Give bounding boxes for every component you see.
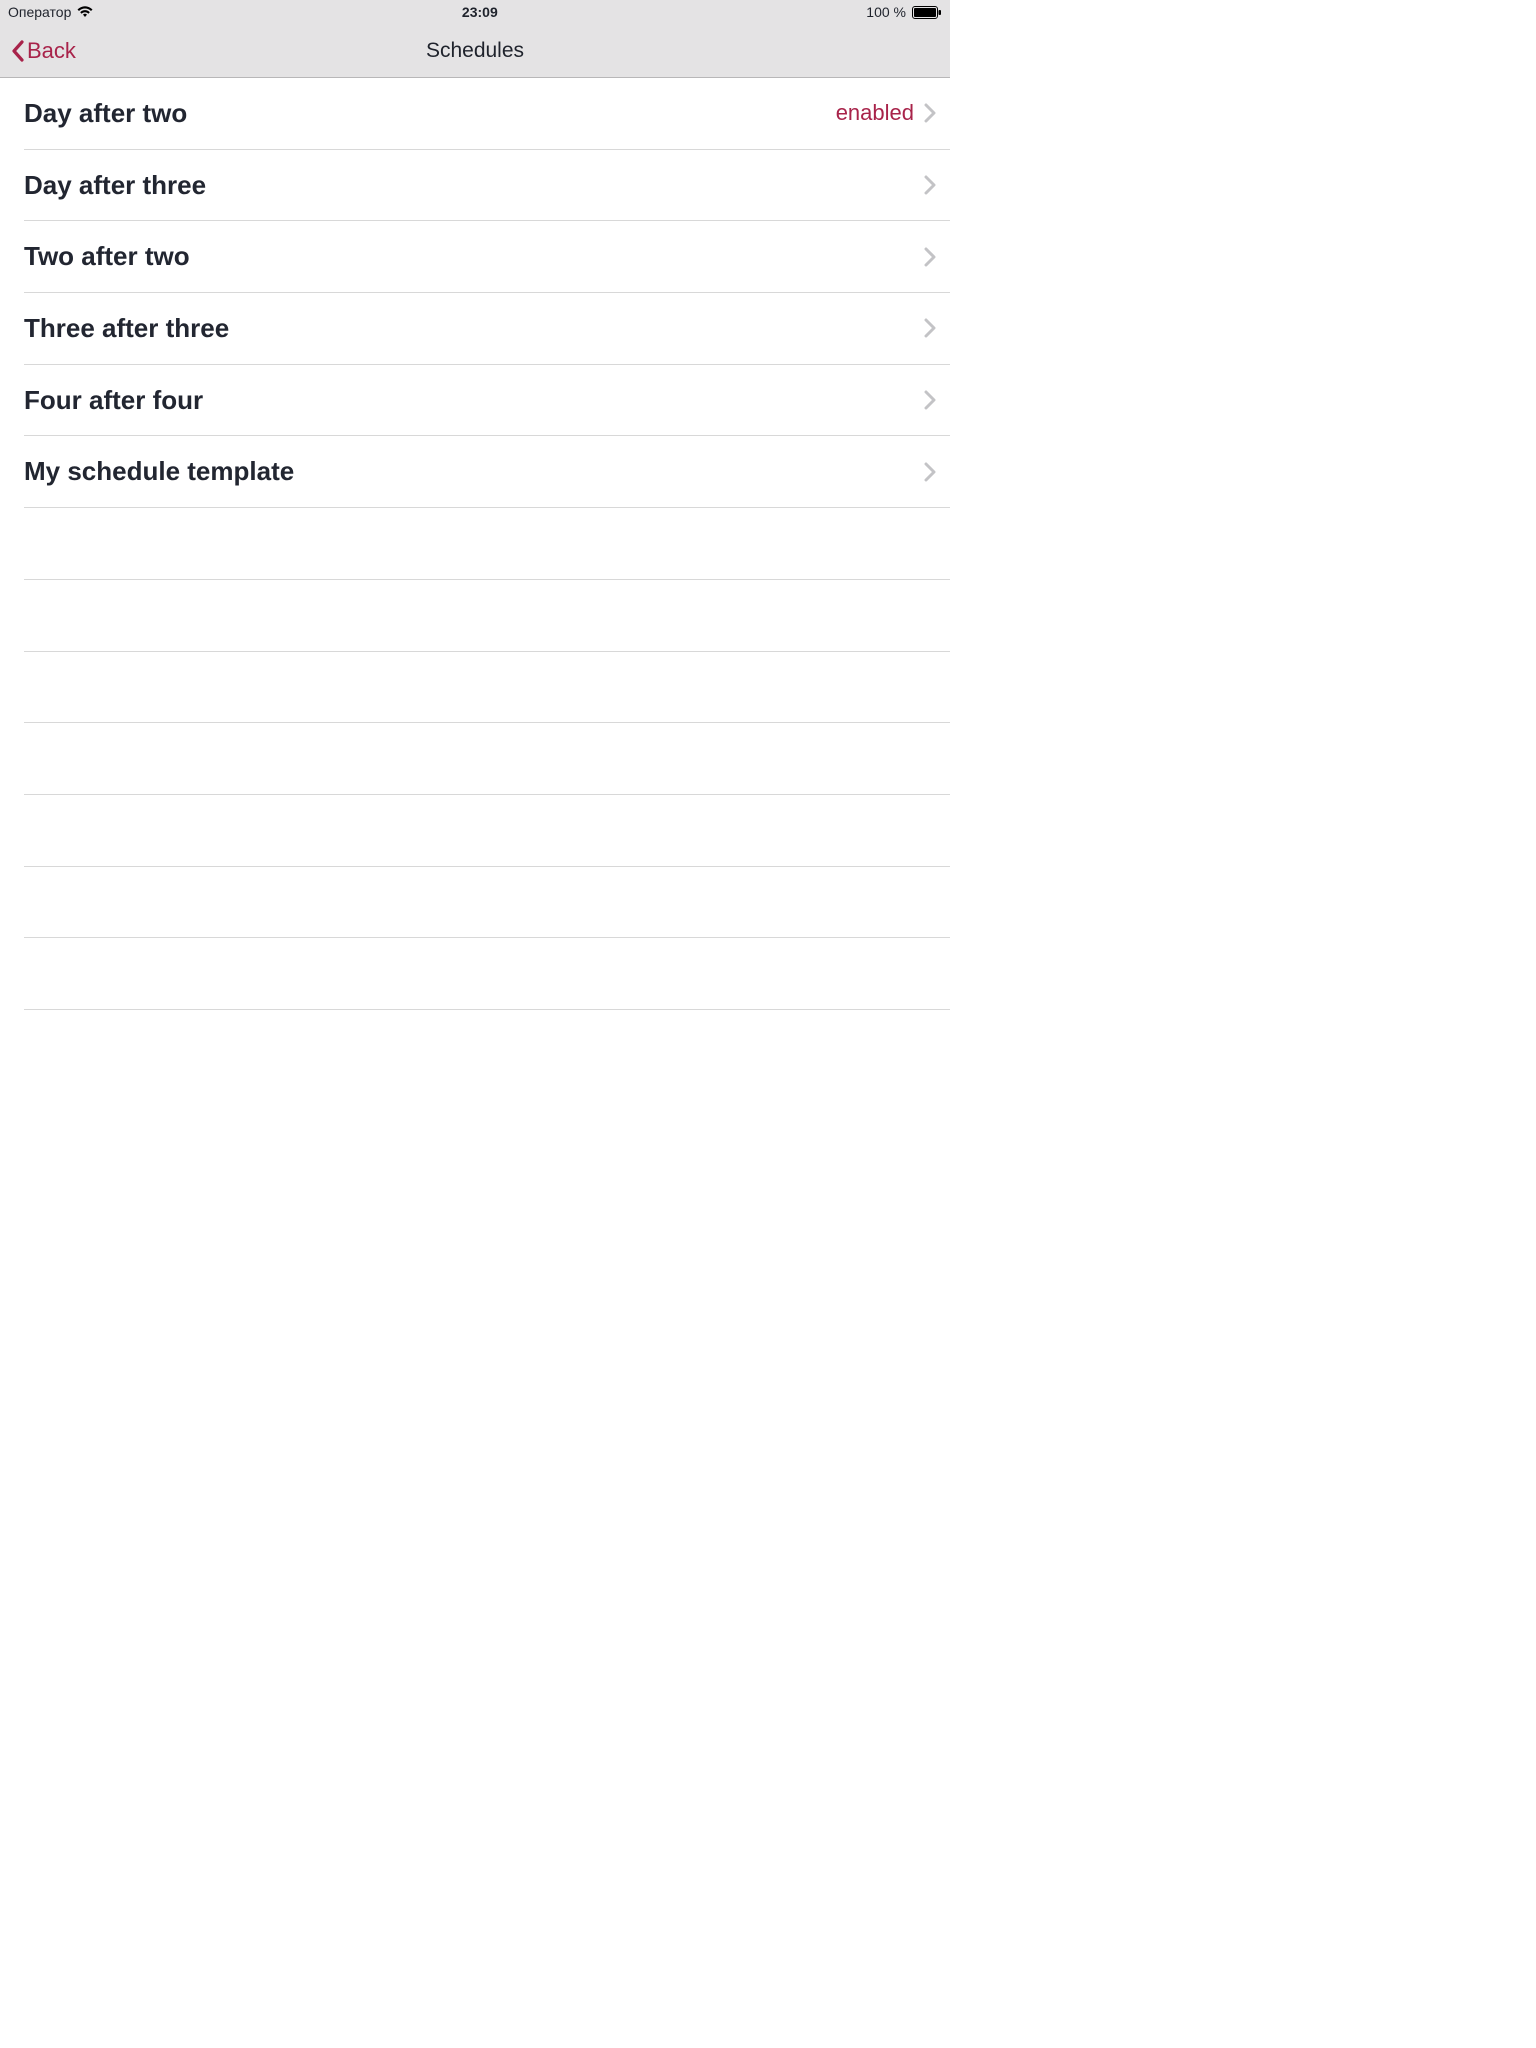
chevron-right-icon (924, 247, 936, 267)
page-title: Schedules (426, 39, 524, 63)
schedule-row[interactable]: Three after three (24, 293, 950, 365)
status-time: 23:09 (462, 4, 498, 20)
chevron-left-icon (10, 39, 25, 63)
schedule-row[interactable]: My schedule template (24, 436, 950, 508)
empty-row (24, 795, 950, 867)
status-bar: Оператор 23:09 100 % (0, 0, 950, 24)
schedule-row-title: Day after three (24, 170, 206, 201)
schedule-status-label: enabled (836, 100, 914, 126)
empty-row (24, 867, 950, 939)
chevron-right-icon (924, 103, 936, 123)
wifi-icon (77, 6, 93, 18)
schedule-row-title: Three after three (24, 313, 229, 344)
chevron-right-icon (924, 175, 936, 195)
chevron-right-icon (924, 462, 936, 482)
row-right: enabled (836, 100, 936, 126)
row-right (924, 462, 936, 482)
chevron-right-icon (924, 390, 936, 410)
row-right (924, 175, 936, 195)
battery-icon (912, 6, 942, 19)
schedule-row-title: Four after four (24, 385, 203, 416)
status-right: 100 % (866, 4, 942, 20)
schedule-row-title: My schedule template (24, 456, 294, 487)
schedule-row[interactable]: Day after three (24, 150, 950, 222)
status-left: Оператор (8, 4, 93, 20)
empty-row (24, 652, 950, 724)
empty-row (24, 508, 950, 580)
chevron-right-icon (924, 318, 936, 338)
schedule-row[interactable]: Two after two (24, 221, 950, 293)
empty-row (24, 580, 950, 652)
carrier-label: Оператор (8, 4, 71, 20)
row-right (924, 390, 936, 410)
empty-row (24, 723, 950, 795)
nav-bar: Back Schedules (0, 24, 950, 78)
back-label: Back (27, 38, 76, 64)
row-right (924, 318, 936, 338)
schedule-row-title: Two after two (24, 241, 190, 272)
schedule-row[interactable]: Day after two enabled (24, 78, 950, 150)
schedule-row-title: Day after two (24, 98, 187, 129)
battery-percent-label: 100 % (866, 4, 906, 20)
row-right (924, 247, 936, 267)
schedule-list: Day after two enabled Day after three Two a… (0, 78, 950, 1010)
schedule-row[interactable]: Four after four (24, 365, 950, 437)
empty-row (24, 938, 950, 1010)
back-button[interactable]: Back (0, 38, 76, 64)
